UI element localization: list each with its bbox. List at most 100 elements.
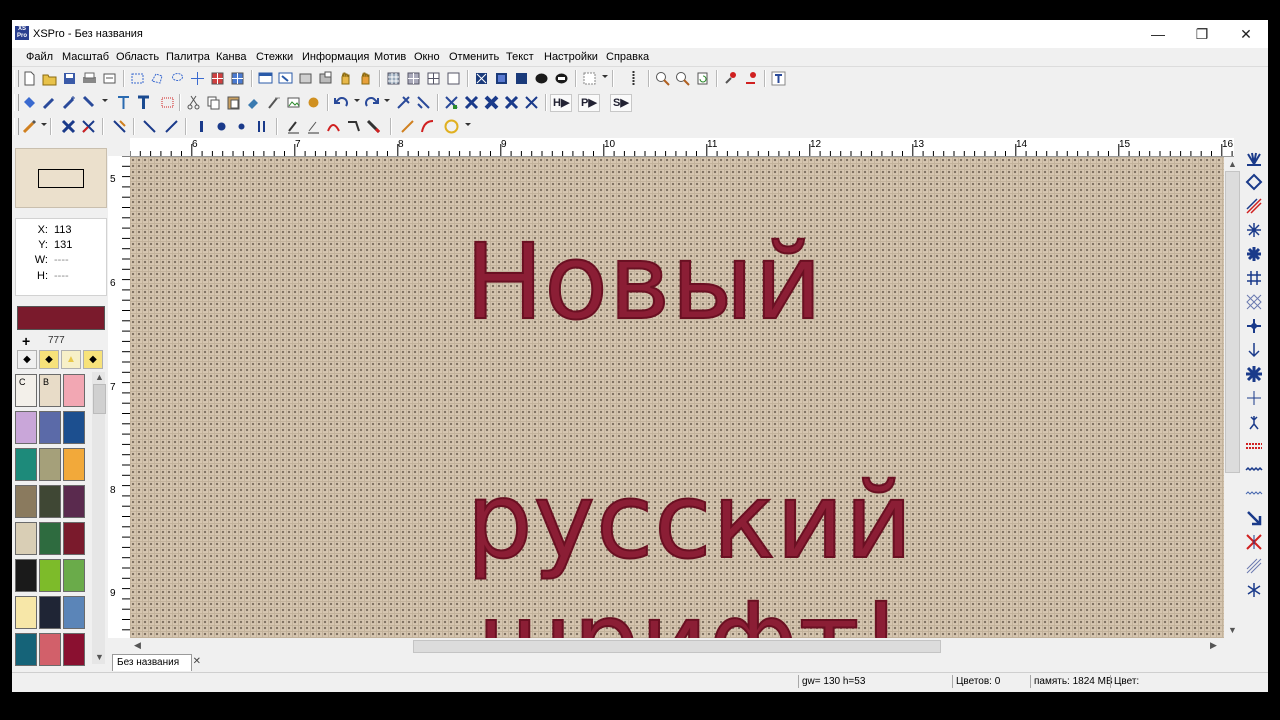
redo-icon[interactable]: [362, 93, 381, 112]
stitch-wave-icon[interactable]: [1244, 460, 1264, 480]
grid-medium-icon[interactable]: [404, 69, 423, 88]
ball-icon[interactable]: [304, 93, 323, 112]
pin-icon[interactable]: [721, 69, 740, 88]
stitch-view4-icon[interactable]: [532, 69, 551, 88]
grid-fine-icon[interactable]: [384, 69, 403, 88]
chevron-down-icon[interactable]: [102, 99, 108, 102]
scroll-down-icon[interactable]: ▼: [1228, 625, 1237, 635]
horizontal-scrollbar[interactable]: ◀ ▶: [130, 638, 1224, 654]
cross-stitch-icon[interactable]: [59, 117, 78, 136]
stitch-wave2-icon[interactable]: [1244, 484, 1264, 504]
cross-full2-icon[interactable]: [482, 93, 501, 112]
line-tool-icon[interactable]: [398, 117, 417, 136]
pin2-icon[interactable]: [741, 69, 760, 88]
stitch-sparkle-icon[interactable]: [1244, 388, 1264, 408]
stitch-band-icon[interactable]: [1244, 436, 1264, 456]
aida-fabric-canvas[interactable]: Новый русский шрифт!: [130, 157, 1224, 638]
stitch-lattice-icon[interactable]: [1244, 292, 1264, 312]
stitch-star-bold-icon[interactable]: [1244, 244, 1264, 264]
stitch-diamond-icon[interactable]: [1244, 172, 1264, 192]
wand-icon[interactable]: [40, 93, 59, 112]
stitch-arrow-diag-icon[interactable]: [1244, 508, 1264, 528]
open-folder-icon[interactable]: [40, 69, 59, 88]
palette-swatch[interactable]: [39, 559, 61, 592]
grid-select-icon[interactable]: [208, 69, 227, 88]
stitch-grid-icon[interactable]: [1244, 268, 1264, 288]
menu-settings[interactable]: Настройки: [544, 51, 598, 63]
palette-swatch[interactable]: [15, 522, 37, 555]
outline-pen-icon[interactable]: [284, 117, 303, 136]
menu-zoom[interactable]: Масштаб: [62, 51, 109, 63]
curve-icon[interactable]: [324, 117, 343, 136]
add-color-icon[interactable]: +: [22, 333, 30, 349]
bugle-bead-icon[interactable]: [252, 117, 271, 136]
palette-swatch[interactable]: [39, 633, 61, 666]
dotted-rect-icon[interactable]: [158, 93, 177, 112]
menu-undo[interactable]: Отменить: [449, 51, 499, 63]
horizontal-scroll-thumb[interactable]: [413, 640, 941, 653]
symbol-black-diamond-icon[interactable]: ◆: [83, 350, 103, 369]
arc-tool-icon[interactable]: [418, 117, 437, 136]
cross-half-icon[interactable]: [442, 93, 461, 112]
image-icon[interactable]: [284, 93, 303, 112]
print-icon[interactable]: [80, 69, 99, 88]
stitch-burst-icon[interactable]: [1244, 364, 1264, 384]
palette-swatch[interactable]: [15, 448, 37, 481]
minimize-button[interactable]: —: [1136, 20, 1180, 48]
ellipse-tool-icon[interactable]: [442, 117, 461, 136]
palette-swatch[interactable]: C: [15, 374, 37, 407]
zoom-out-icon[interactable]: [673, 69, 692, 88]
stamp-icon[interactable]: [244, 93, 263, 112]
export-icon[interactable]: [100, 69, 119, 88]
back-stitch2-icon[interactable]: [162, 117, 181, 136]
menu-window[interactable]: Окно: [414, 51, 440, 63]
symbol-yellow-icon[interactable]: ◆: [39, 350, 59, 369]
lasso-icon[interactable]: [168, 69, 187, 88]
save-icon[interactable]: [60, 69, 79, 88]
brush-icon[interactable]: [264, 93, 283, 112]
palette-swatch[interactable]: [39, 485, 61, 518]
palette-swatch[interactable]: [15, 596, 37, 629]
stitch-view3-icon[interactable]: [512, 69, 531, 88]
symbol-light-icon[interactable]: ▲: [61, 350, 81, 369]
palette-swatch[interactable]: [15, 559, 37, 592]
stitch-view2-icon[interactable]: [492, 69, 511, 88]
menu-area[interactable]: Область: [116, 51, 159, 63]
menu-canvas[interactable]: Канва: [216, 51, 246, 63]
stitch-diagonal-icon[interactable]: [1244, 196, 1264, 216]
palette-swatch[interactable]: [63, 596, 85, 629]
chevron-down-icon[interactable]: [354, 99, 360, 102]
menu-text[interactable]: Текст: [506, 51, 534, 63]
view-zoom-icon[interactable]: [276, 69, 295, 88]
stitch-view1-icon[interactable]: [472, 69, 491, 88]
wand3-icon[interactable]: [80, 93, 99, 112]
chevron-down-icon[interactable]: [41, 123, 47, 126]
text-t2-icon[interactable]: [134, 93, 153, 112]
menu-info[interactable]: Информация: [302, 51, 369, 63]
view-window-icon[interactable]: [256, 69, 275, 88]
navigator-preview[interactable]: [15, 148, 107, 208]
palette-swatch[interactable]: [63, 633, 85, 666]
current-color-swatch[interactable]: [17, 306, 105, 330]
palette-scrollbar[interactable]: ▲ ▼: [92, 372, 106, 664]
menu-motif[interactable]: Мотив: [374, 51, 406, 63]
scroll-up-icon[interactable]: ▲: [1228, 159, 1237, 169]
view-doc2-icon[interactable]: [316, 69, 335, 88]
scroll-right-icon[interactable]: ▶: [1210, 640, 1217, 651]
restore-button[interactable]: ❐: [1180, 20, 1224, 48]
pencil-icon[interactable]: [20, 117, 39, 136]
palette-swatch[interactable]: [63, 374, 85, 407]
text-tool-icon[interactable]: [769, 69, 788, 88]
chevron-down-icon[interactable]: [602, 75, 608, 78]
palette-swatch[interactable]: [39, 522, 61, 555]
hand-icon[interactable]: [336, 69, 355, 88]
stitch-view5-icon[interactable]: [552, 69, 571, 88]
view-doc-icon[interactable]: [296, 69, 315, 88]
close-tab-icon[interactable]: ✕: [193, 654, 201, 670]
scroll-down-icon[interactable]: ▼: [95, 652, 104, 662]
vertical-scrollbar[interactable]: ▲ ▼: [1224, 157, 1240, 638]
palette-swatch[interactable]: [39, 596, 61, 629]
needle-tool-icon[interactable]: [364, 117, 383, 136]
rect-select-icon[interactable]: [128, 69, 147, 88]
refresh-icon[interactable]: [693, 69, 712, 88]
